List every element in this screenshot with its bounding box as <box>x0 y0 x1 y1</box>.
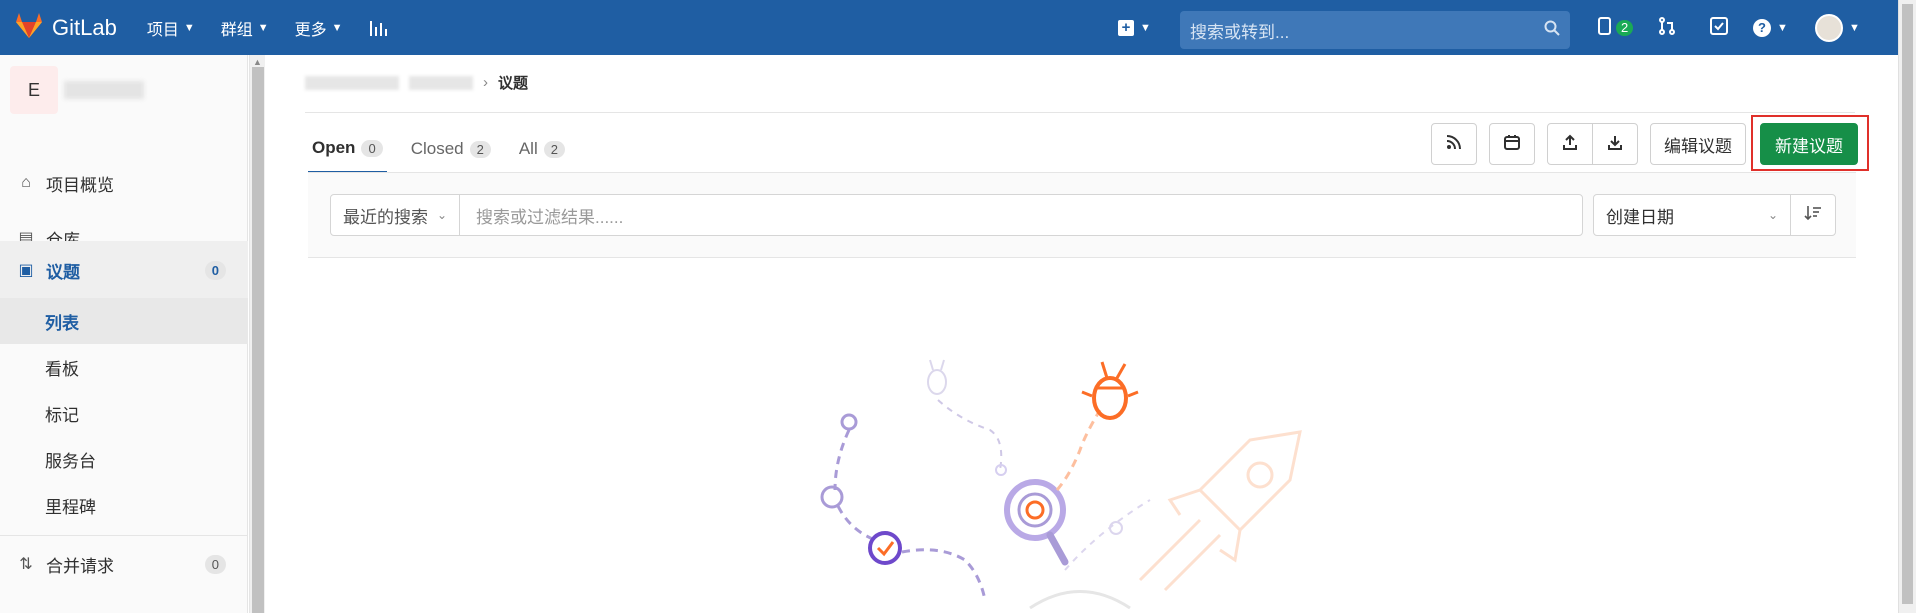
todo-count-badge: 2 <box>1616 20 1634 36</box>
nav-groups[interactable]: 群组 ▼ <box>221 16 269 40</box>
search-placeholder: 搜索或转到... <box>1190 22 1290 42</box>
sort-lowest-icon <box>1804 205 1822 226</box>
recent-searches-dropdown[interactable]: 最近的搜索 ⌄ <box>330 194 460 236</box>
sidebar-item-issues[interactable]: ▣ 议题 0 <box>0 241 248 299</box>
chevron-down-icon: ▼ <box>183 21 195 34</box>
search-icon <box>1544 20 1560 41</box>
empty-state-illustration <box>780 340 1340 613</box>
plus-square-icon: + <box>1118 20 1134 36</box>
tab-open[interactable]: Open 0 <box>308 125 387 173</box>
sidebar: E ⌂ 项目概览 ▤ 仓库 ▣ 议题 0 列表 看板 标记 服务台 里程碑 ⇅ … <box>0 55 248 613</box>
chevron-down-icon: ▼ <box>1777 22 1788 34</box>
issues-icon <box>1598 16 1614 40</box>
calendar-button[interactable] <box>1489 123 1535 165</box>
nav-more[interactable]: 更多 ▼ <box>295 16 343 40</box>
analytics-icon[interactable] <box>369 19 389 37</box>
divider <box>305 112 1855 113</box>
project-avatar: E <box>10 66 58 114</box>
tab-all[interactable]: All 2 <box>515 125 569 173</box>
todos-shortcut[interactable] <box>1710 14 1728 42</box>
sidebar-subitem-milestones[interactable]: 里程碑 <box>0 482 248 528</box>
sidebar-subitem-service-desk[interactable]: 服务台 <box>0 436 248 482</box>
upload-icon <box>1562 134 1578 155</box>
tab-label: Closed <box>410 139 464 158</box>
breadcrumb-project-redacted[interactable] <box>409 75 473 90</box>
sidebar-item-label: 合并请求 <box>46 556 114 576</box>
home-icon: ⌂ <box>21 174 31 191</box>
search-input[interactable]: 搜索或转到... <box>1180 11 1570 49</box>
tab-count: 2 <box>543 140 565 158</box>
filter-placeholder: 搜索或过滤结果...... <box>476 207 624 227</box>
sort-dropdown[interactable]: 创建日期 ⌄ <box>1593 194 1791 236</box>
nav-projects[interactable]: 项目 ▼ <box>147 16 195 40</box>
rss-button[interactable] <box>1431 123 1477 165</box>
sidebar-subitem-list[interactable]: 列表 <box>0 298 248 344</box>
project-name-redacted <box>64 81 144 99</box>
scrollbar-thumb[interactable] <box>1902 4 1913 604</box>
chevron-right-icon: › <box>483 74 488 91</box>
nav-menu: 项目 ▼ 群组 ▼ 更多 ▼ <box>147 16 389 40</box>
help-dropdown[interactable]: ? ▼ <box>1753 14 1788 42</box>
brand-name: GitLab <box>52 14 117 40</box>
chevron-down-icon: ⌄ <box>1767 208 1778 222</box>
chevron-down-icon: ▼ <box>1849 22 1860 34</box>
issues-shortcut[interactable]: 2 <box>1598 14 1634 42</box>
issues-count-badge: 0 <box>204 260 226 280</box>
sidebar-subitem-boards[interactable]: 看板 <box>0 344 248 390</box>
breadcrumb: › 议题 <box>305 72 528 93</box>
chevron-down-icon: ▼ <box>331 21 343 34</box>
sort-label: 创建日期 <box>1606 207 1674 227</box>
sidebar-item-merge-requests[interactable]: ⇅ 合并请求 0 <box>0 539 248 589</box>
chevron-down-icon: ⌄ <box>436 208 447 222</box>
tab-label: Open <box>312 138 356 157</box>
recent-searches-label: 最近的搜索 <box>343 207 428 227</box>
tab-count: 2 <box>469 140 491 158</box>
calendar-icon <box>1504 134 1520 155</box>
highlight-annotation <box>1751 115 1869 171</box>
tab-label: All <box>518 139 538 158</box>
merge-requests-shortcut[interactable] <box>1658 14 1676 42</box>
top-navbar: GitLab 项目 ▼ 群组 ▼ 更多 ▼ + ▼ 搜索或转到... 2 ? ▼… <box>0 0 1916 55</box>
sidebar-item-project-overview[interactable]: ⌂ 项目概览 <box>0 158 248 208</box>
tab-count: 0 <box>361 139 383 157</box>
sidebar-divider <box>0 535 248 536</box>
sidebar-item-label: 议题 <box>46 262 80 282</box>
issues-icon: ▣ <box>18 262 34 279</box>
avatar <box>1815 14 1843 42</box>
sidebar-subitem-labels[interactable]: 标记 <box>0 390 248 436</box>
download-icon <box>1607 134 1623 155</box>
user-menu[interactable]: ▼ <box>1815 14 1860 42</box>
page-scrollbar[interactable] <box>1898 0 1916 613</box>
sidebar-scrollbar[interactable]: ▲ <box>249 55 265 613</box>
edit-issues-button[interactable]: 编辑议题 <box>1650 123 1746 165</box>
import-button[interactable] <box>1547 123 1593 165</box>
export-button[interactable] <box>1592 123 1638 165</box>
issues-submenu: 列表 看板 标记 服务台 里程碑 <box>0 298 248 526</box>
merge-request-icon <box>1658 16 1676 40</box>
chevron-down-icon: ▼ <box>1140 22 1151 34</box>
chevron-down-icon: ▼ <box>257 21 269 34</box>
merge-request-icon: ⇅ <box>19 556 33 573</box>
gitlab-logo-icon <box>14 11 44 44</box>
tab-closed[interactable]: Closed 2 <box>407 125 495 173</box>
scrollbar-thumb[interactable] <box>252 67 264 613</box>
breadcrumb-current[interactable]: 议题 <box>498 72 528 93</box>
new-item-dropdown[interactable]: + ▼ <box>1118 14 1151 42</box>
filter-search-input[interactable]: 搜索或过滤结果...... <box>459 194 1583 236</box>
merge-requests-count-badge: 0 <box>204 554 226 574</box>
sidebar-item-label: 项目概览 <box>46 175 114 195</box>
scroll-up-icon[interactable]: ▲ <box>253 57 262 67</box>
help-icon: ? <box>1753 19 1771 37</box>
rss-icon <box>1446 134 1462 155</box>
sort-direction-button[interactable] <box>1790 194 1836 236</box>
todo-check-icon <box>1710 16 1728 40</box>
issue-state-tabs: Open 0 Closed 2 All 2 <box>308 125 569 173</box>
project-header[interactable]: E <box>0 55 248 125</box>
brand[interactable]: GitLab <box>14 11 117 44</box>
breadcrumb-group-redacted[interactable] <box>305 75 399 90</box>
